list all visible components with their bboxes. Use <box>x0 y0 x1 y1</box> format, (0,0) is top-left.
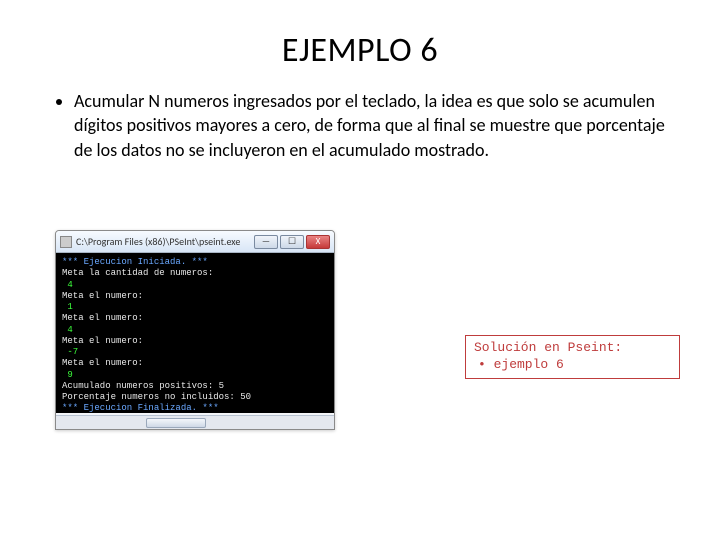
console-line: Meta el numero: <box>62 313 328 324</box>
close-button[interactable]: X <box>306 235 330 249</box>
console-line: Meta el numero: <box>62 358 328 369</box>
window-titlebar: C:\Program Files (x86)\PSeInt\pseint.exe… <box>56 231 334 253</box>
minimize-button[interactable]: — <box>254 235 278 249</box>
scrollbar-thumb[interactable] <box>146 418 206 428</box>
console-window: C:\Program Files (x86)\PSeInt\pseint.exe… <box>55 230 335 430</box>
solution-box: Solución en Pseint: • ejemplo 6 <box>465 335 680 379</box>
slide: EJEMPLO 6 Acumular N numeros ingresados … <box>0 0 720 540</box>
console-line: Acumulado numeros positivos: 5 <box>62 381 328 392</box>
body-bullets: Acumular N numeros ingresados por el tec… <box>50 89 670 162</box>
horizontal-scrollbar[interactable] <box>56 415 334 429</box>
window-title-text: C:\Program Files (x86)\PSeInt\pseint.exe <box>76 235 254 248</box>
console-output: *** Ejecucion Iniciada. ***Meta la canti… <box>56 253 334 413</box>
console-line: Porcentaje numeros no incluidos: 50 <box>62 392 328 403</box>
window-controls: — ☐ X <box>254 235 330 249</box>
solution-bullet: • ejemplo 6 <box>478 357 671 374</box>
console-line: *** Ejecucion Finalizada. *** <box>62 403 328 413</box>
console-line: 4 <box>62 325 328 336</box>
body-bullet-1: Acumular N numeros ingresados por el tec… <box>74 89 670 162</box>
console-line: -7 <box>62 347 328 358</box>
maximize-button[interactable]: ☐ <box>280 235 304 249</box>
console-line: Meta la cantidad de numeros: <box>62 268 328 279</box>
console-line: Meta el numero: <box>62 336 328 347</box>
solution-heading: Solución en Pseint: <box>474 340 671 357</box>
console-line: *** Ejecucion Iniciada. *** <box>62 257 328 268</box>
console-line: 1 <box>62 302 328 313</box>
app-icon <box>60 236 72 248</box>
console-line: Meta el numero: <box>62 291 328 302</box>
console-line: 4 <box>62 280 328 291</box>
console-line: 9 <box>62 370 328 381</box>
slide-title: EJEMPLO 6 <box>40 30 680 71</box>
